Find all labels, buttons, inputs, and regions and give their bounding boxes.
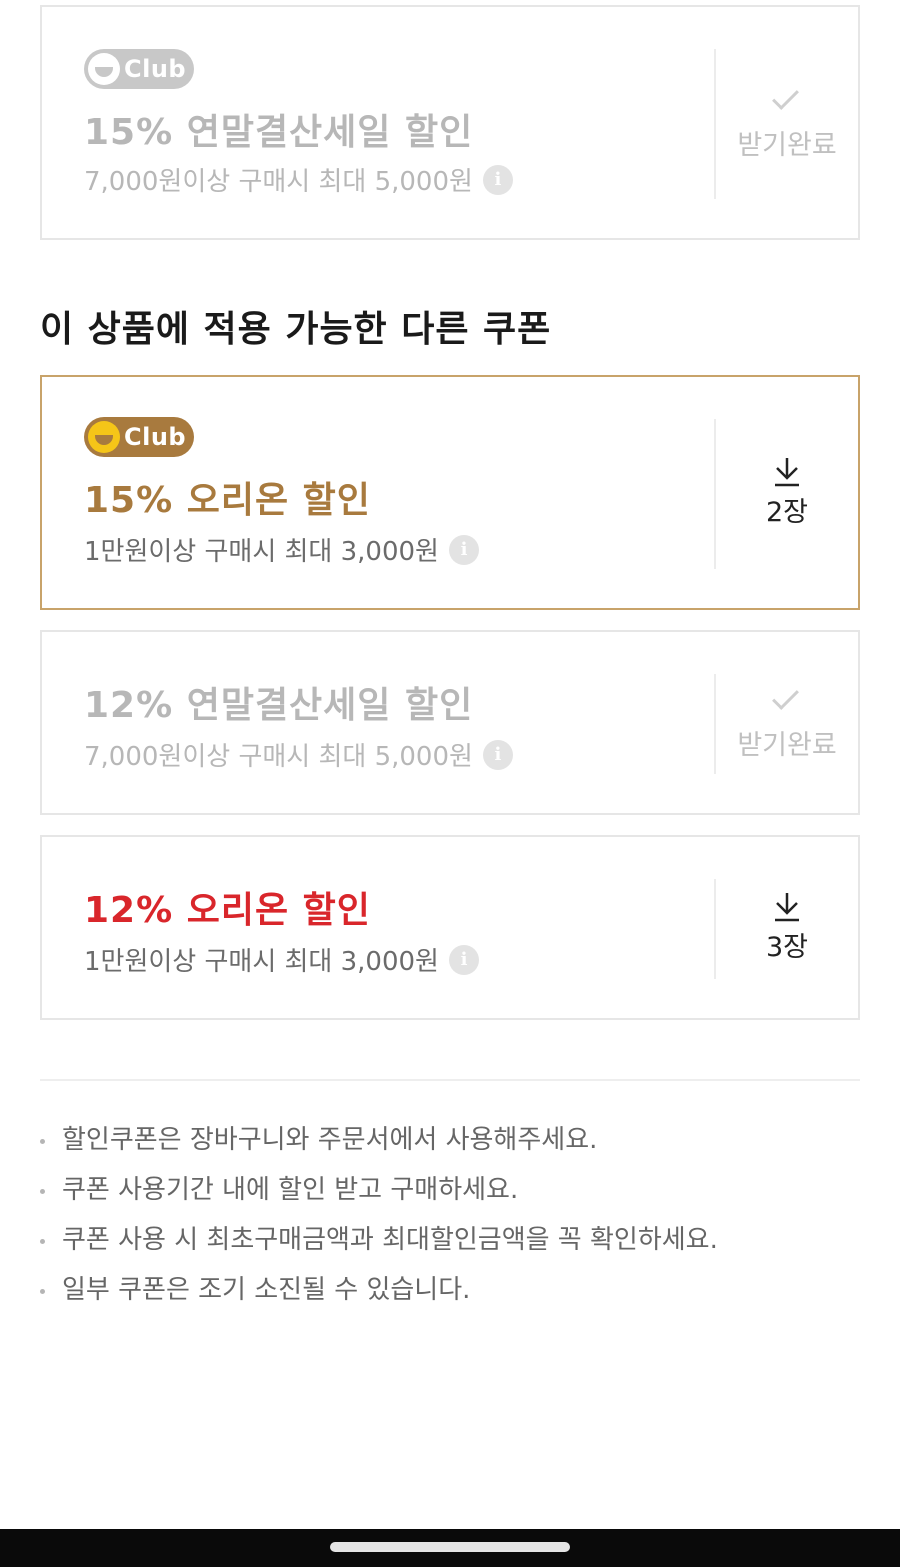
divider [40, 1079, 860, 1081]
download-count: 3장 [765, 932, 809, 963]
coupon-title: 12% 오리온 할인 [84, 890, 371, 931]
received-label: 받기완료 [737, 130, 837, 161]
checkmark-icon [770, 83, 804, 117]
coupon-title: 15% 연말결산세일 할인 [84, 112, 474, 153]
info-icon[interactable]: i [448, 534, 479, 565]
note-item: 쿠폰 사용기간 내에 할인 받고 구매하세요. [40, 1170, 718, 1220]
coupon-condition-text: 7,000원이상 구매시 최대 5,000원 [84, 167, 473, 197]
coupon-condition: 1만원이상 구매시 최대 3,000원 i [84, 941, 479, 978]
download-coupon-button[interactable]: 3장 [716, 837, 858, 1018]
checkmark-icon [770, 683, 804, 717]
note-item: 일부 쿠폰은 조기 소진될 수 있습니다. [40, 1270, 718, 1320]
coupon-card-club-orion[interactable]: Club 15% 오리온 할인 1만원이상 구매시 최대 3,000원 i 2장 [40, 375, 860, 610]
download-arrow-icon [775, 458, 799, 487]
coupon-received-status: 받기완료 [716, 7, 858, 238]
coupon-notes: 할인쿠폰은 장바구니와 주문서에서 사용해주세요. 쿠폰 사용기간 내에 할인 … [40, 1120, 718, 1320]
coupon-title: 15% 오리온 할인 [84, 480, 371, 521]
home-gesture-handle[interactable] [330, 1542, 570, 1552]
received-label: 받기완료 [737, 730, 837, 761]
download-coupon-button[interactable]: 2장 [716, 377, 858, 608]
coupon-condition-text: 1만원이상 구매시 최대 3,000원 [84, 537, 439, 567]
info-icon[interactable]: i [448, 944, 479, 975]
coupon-title: 12% 연말결산세일 할인 [84, 685, 474, 726]
info-icon[interactable]: i [482, 739, 513, 770]
coupon-condition: 1만원이상 구매시 최대 3,000원 i [84, 531, 479, 568]
club-logo-icon [88, 421, 120, 453]
coupon-condition: 7,000원이상 구매시 최대 5,000원 i [84, 161, 513, 198]
note-item: 할인쿠폰은 장바구니와 주문서에서 사용해주세요. [40, 1120, 718, 1170]
club-badge: Club [84, 417, 194, 457]
club-badge-label: Club [124, 423, 187, 451]
download-arrow-icon [775, 893, 799, 922]
coupon-card-club-yearend: Club 15% 연말결산세일 할인 7,000원이상 구매시 최대 5,000… [40, 5, 860, 240]
coupon-card-orion[interactable]: 12% 오리온 할인 1만원이상 구매시 최대 3,000원 i 3장 [40, 835, 860, 1020]
coupon-card-yearend: 12% 연말결산세일 할인 7,000원이상 구매시 최대 5,000원 i 받… [40, 630, 860, 815]
section-title: 이 상품에 적용 가능한 다른 쿠폰 [40, 309, 552, 350]
coupon-condition: 7,000원이상 구매시 최대 5,000원 i [84, 736, 513, 773]
info-icon[interactable]: i [482, 164, 513, 195]
coupon-condition-text: 1만원이상 구매시 최대 3,000원 [84, 947, 439, 977]
club-badge-label: Club [124, 55, 187, 83]
club-badge: Club [84, 49, 194, 89]
coupon-condition-text: 7,000원이상 구매시 최대 5,000원 [84, 742, 473, 772]
download-count: 2장 [765, 497, 809, 528]
club-logo-icon [88, 53, 120, 85]
coupon-received-status: 받기완료 [716, 632, 858, 813]
coupon-page: Club 15% 연말결산세일 할인 7,000원이상 구매시 최대 5,000… [0, 0, 900, 1567]
note-item: 쿠폰 사용 시 최초구매금액과 최대할인금액을 꼭 확인하세요. [40, 1220, 718, 1270]
